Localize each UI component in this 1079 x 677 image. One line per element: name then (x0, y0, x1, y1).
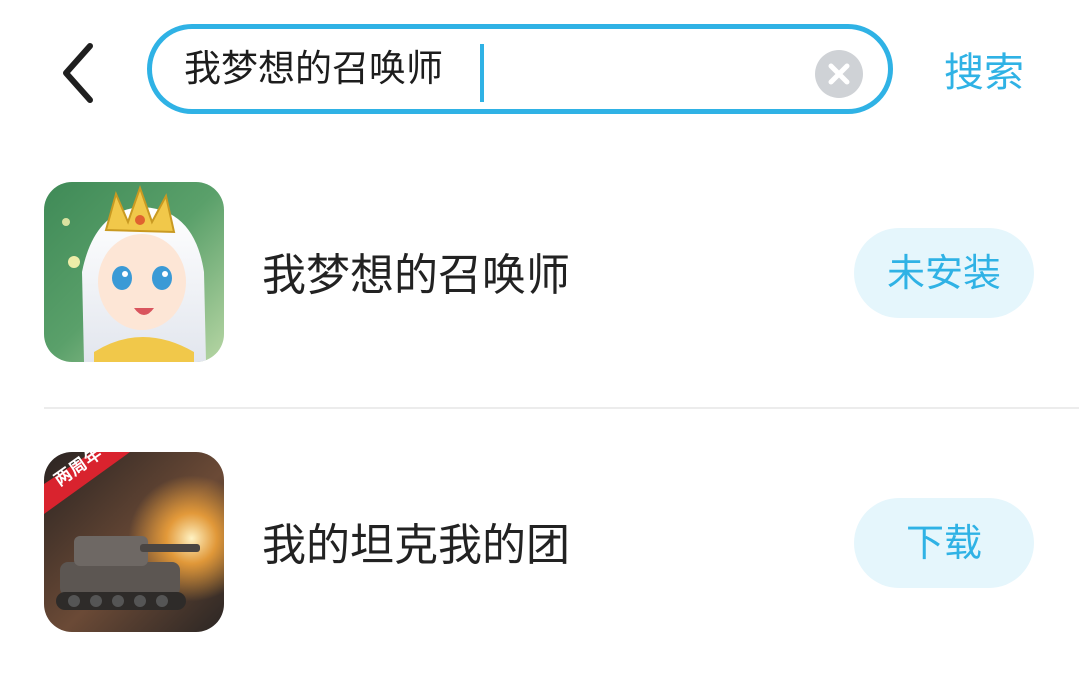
back-icon[interactable] (52, 38, 108, 108)
app-icon-summoner[interactable] (44, 182, 224, 362)
search-button[interactable]: 搜索 (944, 45, 1024, 101)
clear-circle-icon[interactable] (815, 50, 863, 98)
search-header: 搜索 (0, 0, 1079, 140)
download-button[interactable]: 下载 (854, 498, 1034, 588)
text-cursor (480, 44, 484, 102)
app-name[interactable]: 我的坦克我的团 (262, 518, 570, 574)
search-bar (147, 24, 893, 114)
list-item[interactable]: 两周年 我的坦克我的团 下载 (0, 442, 1079, 642)
app-name[interactable]: 我梦想的召唤师 (262, 248, 570, 304)
divider (44, 407, 1079, 409)
not-installed-button[interactable]: 未安装 (854, 228, 1034, 318)
list-item[interactable]: 我梦想的召唤师 未安装 (0, 172, 1079, 372)
app-icon-tank[interactable]: 两周年 (44, 452, 224, 632)
search-input[interactable] (184, 41, 794, 97)
